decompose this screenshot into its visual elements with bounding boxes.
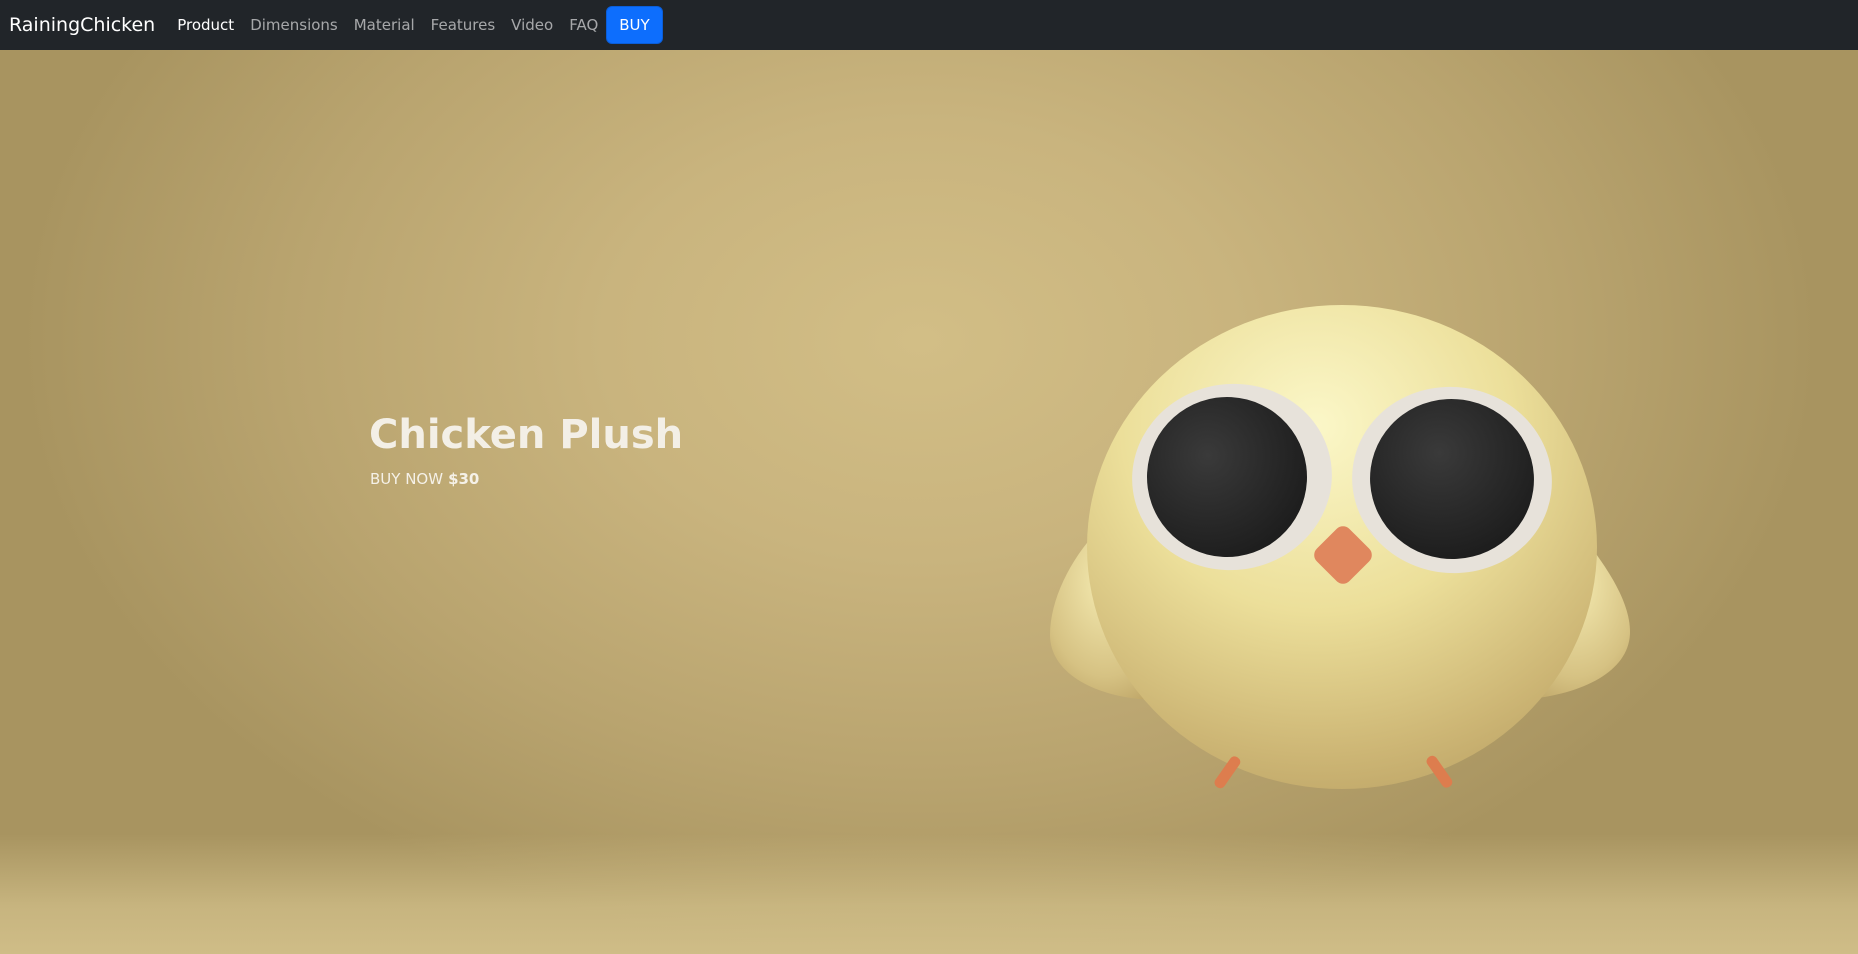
hero-title: Chicken Plush (369, 412, 684, 458)
brand-logo-text[interactable]: RainingChicken (9, 14, 155, 36)
top-navbar: RainingChicken Product Dimensions Materi… (0, 0, 1858, 50)
price-label: $30 (448, 470, 480, 488)
nav-link-dimensions[interactable]: Dimensions (250, 16, 338, 34)
buy-now-link[interactable]: BUY NOW $30 (370, 470, 479, 488)
nav-link-video[interactable]: Video (511, 16, 553, 34)
nav-link-faq[interactable]: FAQ (569, 16, 598, 34)
nav-link-product[interactable]: Product (177, 16, 234, 34)
nav-link-features[interactable]: Features (431, 16, 496, 34)
chicken-plush-illustration (1050, 305, 1630, 789)
hero-floor-glow (0, 834, 1858, 954)
buy-now-label: BUY NOW (370, 470, 444, 488)
buy-button[interactable]: BUY (606, 6, 663, 44)
nav-link-material[interactable]: Material (354, 16, 415, 34)
hero-section: Chicken Plush BUY NOW $30 (0, 50, 1858, 954)
nav-links: Product Dimensions Material Features Vid… (177, 6, 663, 44)
